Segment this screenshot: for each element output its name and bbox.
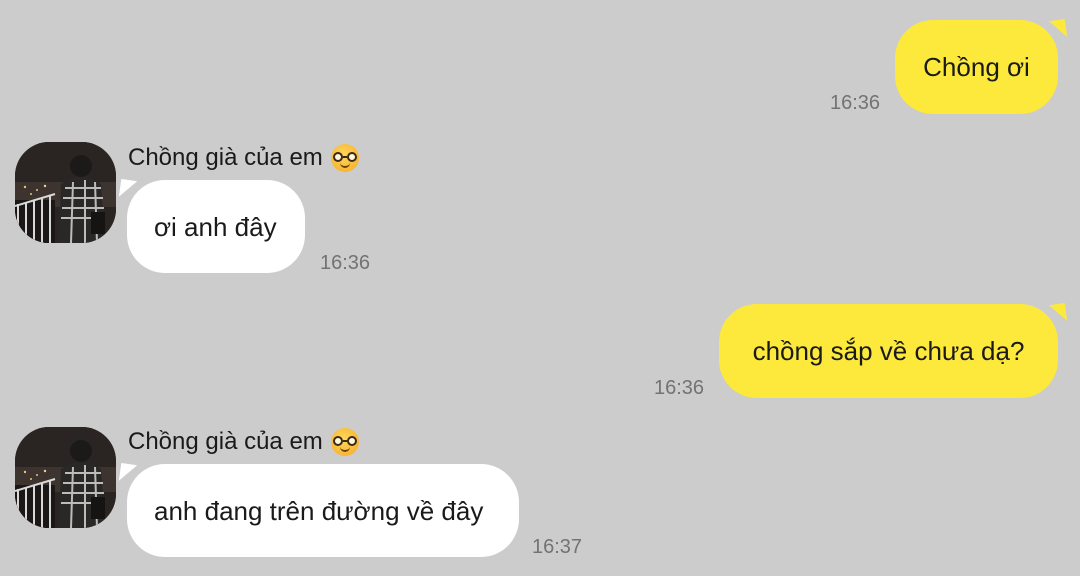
bubble-tail	[118, 462, 138, 484]
message-bubble-incoming[interactable]: anh đang trên đường về đây	[118, 462, 519, 557]
message-timestamp: 16:36	[654, 377, 705, 399]
nerd-face-emoji-icon	[330, 428, 359, 456]
message-text: chồng sắp về chưa dạ?	[752, 336, 1025, 366]
message-bubble-incoming[interactable]: ơi anh đây	[118, 178, 305, 273]
avatar-photo-icon	[15, 427, 116, 528]
message-bubble-outgoing[interactable]: Chồng ơi	[895, 18, 1068, 114]
bubble-tail	[1048, 302, 1068, 324]
avatar-photo-icon	[15, 142, 116, 243]
avatar[interactable]	[15, 142, 116, 243]
sender-name-text: Chồng già của em	[128, 428, 323, 455]
avatar[interactable]	[15, 427, 116, 528]
bubble-tail	[118, 178, 138, 200]
message-text: anh đang trên đường về đây	[154, 495, 484, 526]
sender-name: Chồng già của em	[128, 428, 359, 456]
message-text: ơi anh đây	[154, 211, 277, 242]
message-text: Chồng ơi	[923, 52, 1030, 82]
message-timestamp: 16:36	[830, 92, 881, 114]
message-bubble-outgoing[interactable]: chồng sắp về chưa dạ?	[719, 302, 1068, 398]
nerd-face-emoji-icon	[330, 144, 359, 172]
sender-name: Chồng già của em	[128, 144, 359, 172]
message-timestamp: 16:37	[532, 536, 583, 558]
sender-name-text: Chồng già của em	[128, 144, 323, 171]
bubble-tail	[1048, 18, 1068, 40]
message-timestamp: 16:36	[320, 252, 371, 274]
